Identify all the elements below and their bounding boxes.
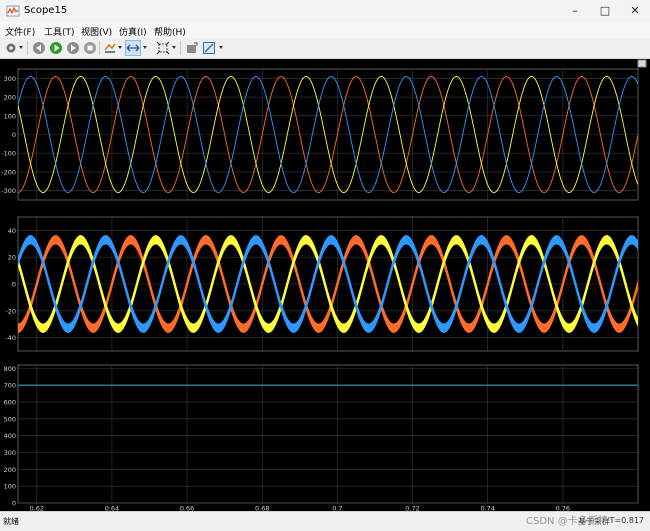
y-tick-label: -20 bbox=[5, 307, 16, 315]
toolbar bbox=[0, 38, 650, 59]
scope-display[interactable]: 300 200 100 0 -100 -200 -300 40 20 0 -20 -40 800 700 6… bbox=[0, 59, 650, 513]
watermark: CSDN @卡多斯特 bbox=[526, 516, 608, 527]
gear-icon[interactable] bbox=[4, 41, 18, 55]
highlight-icon[interactable] bbox=[103, 41, 117, 55]
step-back-icon[interactable] bbox=[32, 41, 46, 55]
autoscale-icon[interactable] bbox=[156, 41, 170, 55]
y-tick-label: 200 bbox=[4, 466, 16, 474]
scope-app-icon bbox=[6, 5, 20, 17]
scope-axes-2[interactable]: 40 20 0 -20 -40 bbox=[5, 216, 639, 352]
chevron-down-icon[interactable] bbox=[118, 46, 122, 49]
scope-axes-3[interactable]: 800 700 600 500 400 300 200 100 0 bbox=[4, 364, 639, 508]
minimize-button[interactable]: – bbox=[560, 0, 590, 22]
expand-axes-icon[interactable] bbox=[637, 59, 647, 68]
scope-axes-1[interactable]: 300 200 100 0 -100 -200 -300 bbox=[1, 68, 639, 201]
status-ready: 就绪 bbox=[3, 517, 19, 526]
y-tick-label: 800 bbox=[4, 365, 16, 373]
y-tick-label: 600 bbox=[4, 399, 16, 407]
toolbar-separator bbox=[99, 41, 100, 55]
toolbar-separator bbox=[27, 41, 28, 55]
toolbar-separator bbox=[180, 41, 181, 55]
close-button[interactable]: ✕ bbox=[620, 0, 650, 22]
y-tick-label: 0 bbox=[12, 500, 16, 508]
style-icon[interactable] bbox=[202, 41, 216, 55]
y-tick-label: -200 bbox=[1, 168, 16, 176]
y-tick-label: -300 bbox=[1, 187, 16, 195]
menu-file[interactable]: 文件(F) bbox=[5, 25, 35, 38]
title-bar: Scope15 – □ ✕ bbox=[0, 0, 650, 23]
y-tick-label: 0 bbox=[12, 131, 16, 139]
status-sim-time: T=0.817 bbox=[609, 516, 645, 525]
y-tick-label: 0 bbox=[12, 281, 16, 289]
scope-plot-area[interactable]: 3002001000-100-200-30040200-20-408007006… bbox=[0, 59, 650, 513]
menu-bar: 文件(F) 工具(T) 视图(V) 仿真(I) 帮助(H) bbox=[0, 22, 650, 38]
stop-icon[interactable] bbox=[83, 41, 97, 55]
y-tick-label: 400 bbox=[4, 432, 16, 440]
menu-tools[interactable]: 工具(T) bbox=[44, 25, 75, 38]
y-tick-label: 100 bbox=[4, 112, 16, 120]
chevron-down-icon[interactable] bbox=[19, 46, 23, 49]
menu-help[interactable]: 帮助(H) bbox=[154, 25, 186, 38]
y-tick-label: 40 bbox=[8, 227, 16, 235]
menu-view[interactable]: 视图(V) bbox=[81, 25, 112, 38]
chevron-down-icon[interactable] bbox=[172, 46, 176, 49]
y-tick-label: 500 bbox=[4, 415, 16, 423]
zoom-icon[interactable] bbox=[125, 40, 141, 56]
y-tick-label: 100 bbox=[4, 483, 16, 491]
step-forward-icon[interactable] bbox=[66, 41, 80, 55]
chevron-down-icon[interactable] bbox=[143, 46, 147, 49]
run-icon[interactable] bbox=[49, 41, 63, 55]
window-title: Scope15 bbox=[24, 5, 68, 16]
y-tick-label: 300 bbox=[4, 449, 16, 457]
y-tick-label: 200 bbox=[4, 94, 16, 102]
chevron-down-icon[interactable] bbox=[219, 46, 223, 49]
maximize-button[interactable]: □ bbox=[590, 0, 620, 22]
menu-simulation[interactable]: 仿真(I) bbox=[119, 25, 147, 38]
cursor-icon[interactable] bbox=[185, 41, 199, 55]
y-tick-label: -40 bbox=[5, 334, 16, 342]
y-tick-label: 20 bbox=[8, 254, 16, 262]
y-tick-label: -100 bbox=[1, 150, 16, 158]
y-tick-label: 300 bbox=[4, 75, 16, 83]
y-tick-label: 700 bbox=[4, 382, 16, 390]
